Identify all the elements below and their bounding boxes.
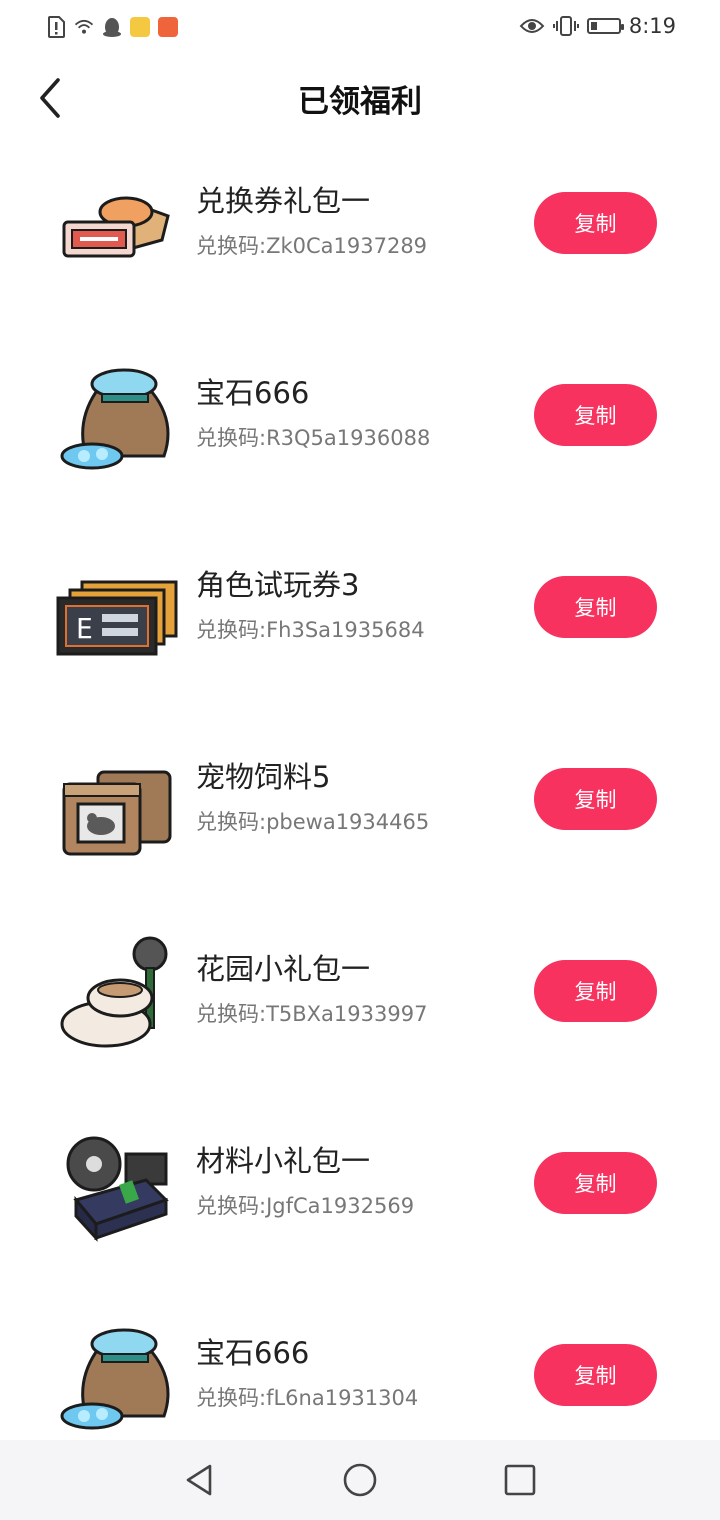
item-name: 兑换券礼包一 bbox=[196, 184, 371, 218]
trial-ticket-icon: E bbox=[56, 580, 178, 656]
item-code: 兑换码:T5BXa1933997 bbox=[196, 1002, 428, 1026]
vibrate-icon bbox=[552, 16, 579, 36]
back-triangle-icon[interactable] bbox=[180, 1460, 220, 1500]
status-icons-left bbox=[46, 16, 178, 38]
item-name: 宝石666 bbox=[196, 1336, 310, 1370]
item-code: 兑换码:JgfCa1932569 bbox=[196, 1194, 415, 1218]
item-name: 角色试玩券3 bbox=[196, 568, 360, 602]
eye-comfort-icon bbox=[519, 19, 545, 33]
copy-button[interactable]: 复制 bbox=[534, 768, 657, 830]
pet-food-icon bbox=[62, 770, 172, 856]
coupon-pack-icon bbox=[62, 196, 170, 258]
item-name: 材料小礼包一 bbox=[196, 1144, 371, 1178]
item-code: 兑换码:pbewa1934465 bbox=[196, 810, 430, 834]
app-notification-icon bbox=[158, 17, 178, 37]
status-time: 8:19 bbox=[628, 14, 676, 38]
sim-alert-icon bbox=[48, 16, 65, 38]
recents-square-icon[interactable] bbox=[500, 1460, 540, 1500]
status-icons-right: 8:19 bbox=[519, 14, 676, 38]
item-code: 兑换码:Zk0Ca1937289 bbox=[196, 234, 428, 258]
item-code: 兑换码:Fh3Sa1935684 bbox=[196, 618, 425, 642]
item-code: 兑换码:fL6na1931304 bbox=[196, 1386, 419, 1410]
svg-text:E: E bbox=[76, 612, 93, 645]
copy-button[interactable]: 复制 bbox=[534, 1344, 657, 1406]
item-name: 花园小礼包一 bbox=[196, 952, 371, 986]
list-item: 材料小礼包一 兑换码:JgfCa1932569 复制 bbox=[0, 1100, 720, 1292]
notes-icon bbox=[130, 17, 150, 37]
copy-button[interactable]: 复制 bbox=[534, 576, 657, 638]
gem-bag-icon bbox=[60, 368, 170, 470]
list-item: 宠物饲料5 兑换码:pbewa1934465 复制 bbox=[0, 716, 720, 908]
wifi-icon bbox=[74, 19, 94, 34]
qq-penguin-icon bbox=[103, 18, 121, 37]
item-name: 宝石666 bbox=[196, 376, 310, 410]
header: 已领福利 bbox=[0, 56, 720, 140]
copy-button[interactable]: 复制 bbox=[534, 192, 657, 254]
list-item: 兑换券礼包一 兑换码:Zk0Ca1937289 复制 bbox=[0, 140, 720, 332]
gem-bag-icon bbox=[60, 1328, 170, 1430]
copy-button[interactable]: 复制 bbox=[534, 1152, 657, 1214]
list-item: 花园小礼包一 兑换码:T5BXa1933997 复制 bbox=[0, 908, 720, 1100]
battery-icon bbox=[586, 18, 624, 34]
home-circle-icon[interactable] bbox=[340, 1460, 380, 1500]
garden-pack-icon bbox=[60, 936, 168, 1048]
status-bar: 8:19 bbox=[0, 0, 720, 56]
page-title: 已领福利 bbox=[298, 84, 422, 120]
list-item: 宝石666 兑换码:R3Q5a1936088 复制 bbox=[0, 332, 720, 524]
item-code: 兑换码:R3Q5a1936088 bbox=[196, 426, 431, 450]
material-pack-icon bbox=[66, 1136, 169, 1242]
list-item: E 角色试玩券3 兑换码:Fh3Sa1935684 复制 bbox=[0, 524, 720, 716]
item-name: 宠物饲料5 bbox=[196, 760, 331, 794]
copy-button[interactable]: 复制 bbox=[534, 384, 657, 446]
copy-button[interactable]: 复制 bbox=[534, 960, 657, 1022]
rewards-list: 兑换券礼包一 兑换码:Zk0Ca1937289 复制 宝石666 兑换码:R3Q… bbox=[0, 140, 720, 1484]
system-nav-bar bbox=[0, 1440, 720, 1520]
